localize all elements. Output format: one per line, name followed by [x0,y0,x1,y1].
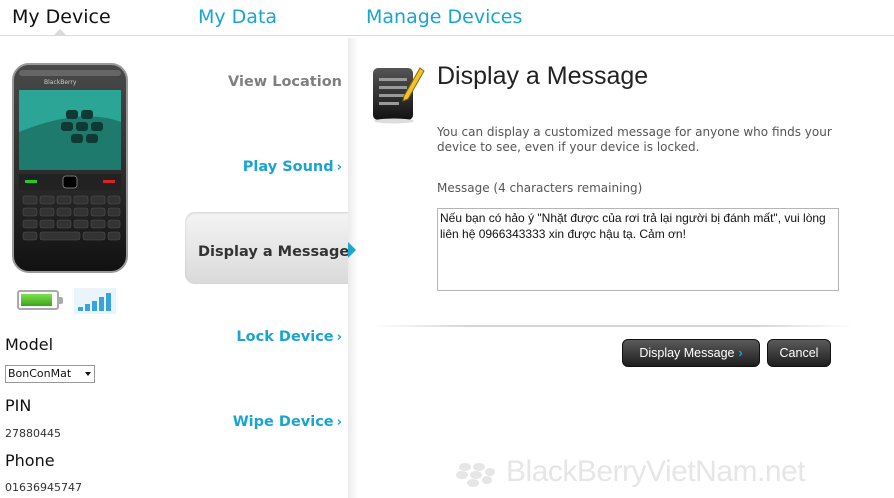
page-description: You can display a customized message for… [437,125,832,154]
page-title: Display a Message [437,62,649,90]
phone-value: 01636945747 [5,481,82,494]
device-actions-menu: View Location Play Sound › Display a Mess… [185,40,357,498]
chevron-right-icon: › [336,160,342,175]
lock-device-label: Lock Device [236,329,334,345]
active-tab-indicator [53,29,67,36]
tab-my-device[interactable]: My Device [12,6,111,28]
pin-label: PIN [5,396,32,415]
tab-my-data[interactable]: My Data [198,6,277,28]
pin-value: 27880445 [5,427,61,440]
display-message-action[interactable]: Display a Message [185,212,357,284]
blackberry-phone-image: BlackBerry [12,63,128,273]
svg-text:BlackBerry: BlackBerry [44,79,77,86]
chevron-right-icon: › [336,330,342,345]
wipe-device-action[interactable]: Wipe Device › [233,414,342,430]
chevron-right-icon: › [336,415,342,430]
top-tab-bar: My Device My Data Manage Devices [0,0,894,36]
phone-label: Phone [5,451,55,470]
battery-icon [17,290,63,310]
wipe-device-label: Wipe Device [232,414,334,430]
model-select-value: BonConMat [8,367,72,380]
tab-manage-devices[interactable]: Manage Devices [366,6,522,28]
message-board-icon [373,67,425,124]
display-message-button[interactable]: Display Message › [622,339,760,367]
display-message-label: Display a Message [198,244,350,260]
watermark-text: BlackBerryVietNam.net [506,455,806,488]
model-select[interactable]: BonConMat [5,365,95,383]
model-label: Model [5,335,54,354]
site-watermark: BlackBerryVietNam.net [456,455,806,489]
column-divider [348,38,358,498]
view-location-label: View Location [228,74,342,90]
play-sound-label: Play Sound [242,159,334,175]
signal-strength-icon [74,288,116,314]
message-textarea[interactable]: Nếu bạn có hảo ý "Nhặt được của rơi trả … [437,208,839,291]
cancel-button-label: Cancel [779,346,819,360]
play-sound-action[interactable]: Play Sound › [243,159,342,175]
chevron-right-icon: › [738,346,743,360]
view-location-action[interactable]: View Location [228,74,342,90]
chevron-down-icon [85,372,91,376]
cancel-button[interactable]: Cancel [767,339,831,367]
selected-action-pointer-icon [348,242,356,258]
lock-device-action[interactable]: Lock Device › [236,329,342,345]
battery-level-fill [21,294,52,306]
message-field-label: Message (4 characters remaining) [437,181,643,195]
display-message-button-label: Display Message [639,346,735,360]
content-divider [372,325,854,327]
